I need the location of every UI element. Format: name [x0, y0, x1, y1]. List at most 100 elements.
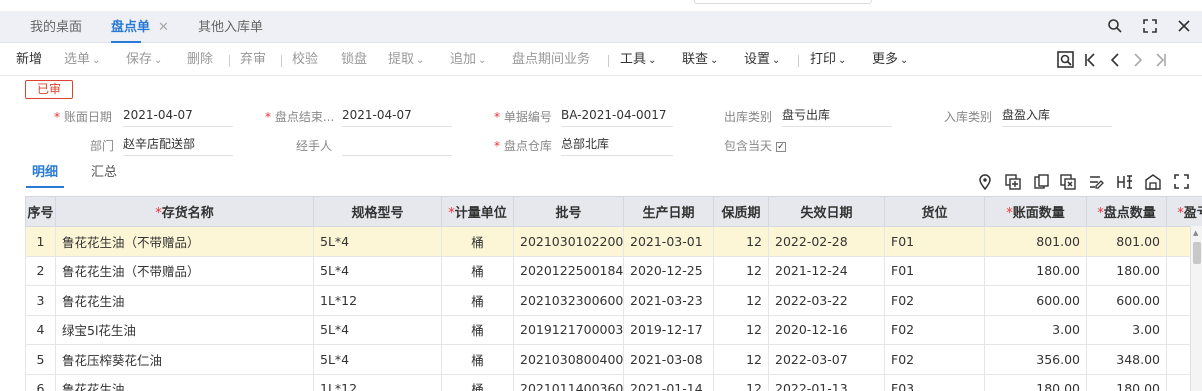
book-qty-cell[interactable]: 3.00: [984, 314, 1087, 345]
location-pin-icon[interactable]: [978, 174, 992, 190]
col-location[interactable]: 货位: [884, 196, 985, 227]
tab-inventory-count[interactable]: 盘点单 ✕: [111, 12, 169, 43]
row-seq-cell[interactable]: 1: [25, 226, 56, 257]
production-date-cell[interactable]: 2019-12-17: [623, 314, 714, 345]
production-date-cell[interactable]: 2021-03-23: [623, 285, 714, 316]
location-cell[interactable]: F02: [884, 285, 985, 316]
location-cell[interactable]: F01: [884, 226, 985, 257]
count-qty-cell[interactable]: 180.00: [1086, 373, 1167, 391]
book-qty-cell[interactable]: 801.00: [984, 226, 1087, 257]
select-button[interactable]: 选单 ⌄: [64, 52, 100, 69]
shelf-life-cell[interactable]: 12: [713, 344, 769, 375]
location-cell[interactable]: F03: [884, 373, 985, 391]
col-spec[interactable]: 规格型号: [313, 196, 442, 227]
warehouse-icon[interactable]: [1145, 174, 1161, 190]
vertical-scrollbar[interactable]: ▲: [1190, 226, 1202, 391]
unapprove-button[interactable]: 弃审: [240, 52, 266, 68]
table-row[interactable]: 3 鲁花花生油 1L*12 桶 2021032300600 2021-03-23 12 202…: [25, 285, 1202, 316]
query-button[interactable]: 联查 ⌄: [682, 52, 718, 69]
doc-no-field[interactable]: BA-2021-04-0017: [561, 107, 673, 127]
settings-button[interactable]: 设置 ⌄: [744, 52, 780, 69]
verify-button[interactable]: 校验: [292, 52, 318, 68]
item-name-cell[interactable]: 鲁花花生油（不带赠品）: [55, 226, 314, 257]
count-qty-cell[interactable]: 180.00: [1086, 255, 1167, 286]
unit-cell[interactable]: 桶: [441, 226, 514, 257]
unit-cell[interactable]: 桶: [441, 373, 514, 391]
in-type-field[interactable]: 盘盈入库: [1002, 107, 1112, 127]
close-icon[interactable]: ✕: [158, 20, 169, 35]
production-date-cell[interactable]: 2020-12-25: [623, 255, 714, 286]
expiry-date-cell[interactable]: 2022-03-07: [768, 344, 885, 375]
batch-edit-icon[interactable]: [1089, 174, 1105, 190]
account-date-field[interactable]: 2021-04-07: [123, 107, 233, 127]
shelf-life-cell[interactable]: 12: [713, 314, 769, 345]
shelf-life-cell[interactable]: 12: [713, 285, 769, 316]
new-button[interactable]: 新增: [16, 52, 42, 68]
unit-cell[interactable]: 桶: [441, 285, 514, 316]
tab-detail[interactable]: 明细: [26, 164, 65, 188]
unit-cell[interactable]: 桶: [441, 255, 514, 286]
count-qty-cell[interactable]: 348.00: [1086, 344, 1167, 375]
search-icon[interactable]: [1107, 18, 1123, 34]
table-row[interactable]: 6 鲁花花生油 1L*12 桶 2021011400360 2021-01-14 12 202…: [25, 373, 1202, 391]
unit-cell[interactable]: 桶: [441, 344, 514, 375]
batch-no-cell[interactable]: 2021030800400: [513, 344, 624, 375]
period-business-button[interactable]: 盘点期间业务: [512, 52, 590, 68]
production-date-cell[interactable]: 2021-03-01: [623, 226, 714, 257]
handler-field[interactable]: [342, 136, 452, 156]
unit-cell[interactable]: 桶: [441, 314, 514, 345]
print-button[interactable]: 打印 ⌄: [810, 52, 846, 69]
scroll-up-icon[interactable]: ▲: [1193, 229, 1198, 237]
tab-summary[interactable]: 汇总: [91, 164, 117, 182]
col-seq[interactable]: 序号: [25, 196, 56, 227]
add-row-icon[interactable]: [1005, 174, 1021, 190]
close-window-icon[interactable]: [1176, 18, 1192, 34]
col-production-date[interactable]: 生产日期: [623, 196, 714, 227]
table-row[interactable]: 1 鲁花花生油（不带赠品） 5L*4 桶 2021030102200 2021-03-01…: [25, 226, 1202, 257]
col-expiry-date[interactable]: 失效日期: [768, 196, 885, 227]
item-name-cell[interactable]: 鲁花花生油: [55, 373, 314, 391]
shelf-life-cell[interactable]: 12: [713, 255, 769, 286]
previous-record-icon[interactable]: [1109, 52, 1121, 68]
col-count-qty[interactable]: *盘点数量: [1086, 196, 1167, 227]
count-qty-cell[interactable]: 801.00: [1086, 226, 1167, 257]
col-diff-qty[interactable]: *盈亏数量: [1166, 196, 1202, 227]
first-record-icon[interactable]: [1084, 52, 1096, 68]
batch-no-cell[interactable]: 2021032300600: [513, 285, 624, 316]
save-button[interactable]: 保存 ⌄: [126, 52, 162, 69]
copy-row-icon[interactable]: [1033, 174, 1049, 190]
count-qty-cell[interactable]: 600.00: [1086, 285, 1167, 316]
spec-cell[interactable]: 1L*12: [313, 285, 442, 316]
append-button[interactable]: 追加 ⌄: [450, 52, 486, 69]
delete-button[interactable]: 删除: [187, 52, 213, 68]
item-name-cell[interactable]: 绿宝5l花生油: [55, 314, 314, 345]
batch-no-cell[interactable]: 2021030102200: [513, 226, 624, 257]
out-type-field[interactable]: 盘亏出库: [782, 107, 892, 127]
shelf-life-cell[interactable]: 12: [713, 226, 769, 257]
shelf-life-cell[interactable]: 12: [713, 373, 769, 391]
next-record-icon[interactable]: [1132, 52, 1144, 68]
production-date-cell[interactable]: 2021-01-14: [623, 373, 714, 391]
col-unit[interactable]: *计量单位: [441, 196, 514, 227]
location-cell[interactable]: F01: [884, 255, 985, 286]
batch-no-cell[interactable]: 2019121700003: [513, 314, 624, 345]
spec-cell[interactable]: 5L*4: [313, 226, 442, 257]
item-name-cell[interactable]: 鲁花压榨葵花仁油: [55, 344, 314, 375]
tab-other-inbound[interactable]: 其他入库单: [198, 12, 263, 43]
col-batch[interactable]: 批号: [513, 196, 624, 227]
spec-cell[interactable]: 5L*4: [313, 314, 442, 345]
spec-cell[interactable]: 5L*4: [313, 255, 442, 286]
delete-row-icon[interactable]: [1060, 174, 1076, 190]
table-row[interactable]: 2 鲁花花生油（不带赠品） 5L*4 桶 2020122500184 2020-12-25…: [25, 255, 1202, 286]
table-row[interactable]: 4 绿宝5l花生油 5L*4 桶 2019121700003 2019-12-17 12 20…: [25, 314, 1202, 345]
row-seq-cell[interactable]: 3: [25, 285, 56, 316]
location-cell[interactable]: F02: [884, 314, 985, 345]
expiry-date-cell[interactable]: 2022-02-28: [768, 226, 885, 257]
spec-cell[interactable]: 5L*4: [313, 344, 442, 375]
locate-search-icon[interactable]: [1057, 51, 1074, 68]
expiry-date-cell[interactable]: 2022-01-13: [768, 373, 885, 391]
fetch-button[interactable]: 提取 ⌄: [388, 52, 424, 69]
book-qty-cell[interactable]: 180.00: [984, 255, 1087, 286]
expiry-date-cell[interactable]: 2021-12-24: [768, 255, 885, 286]
row-seq-cell[interactable]: 6: [25, 373, 56, 391]
